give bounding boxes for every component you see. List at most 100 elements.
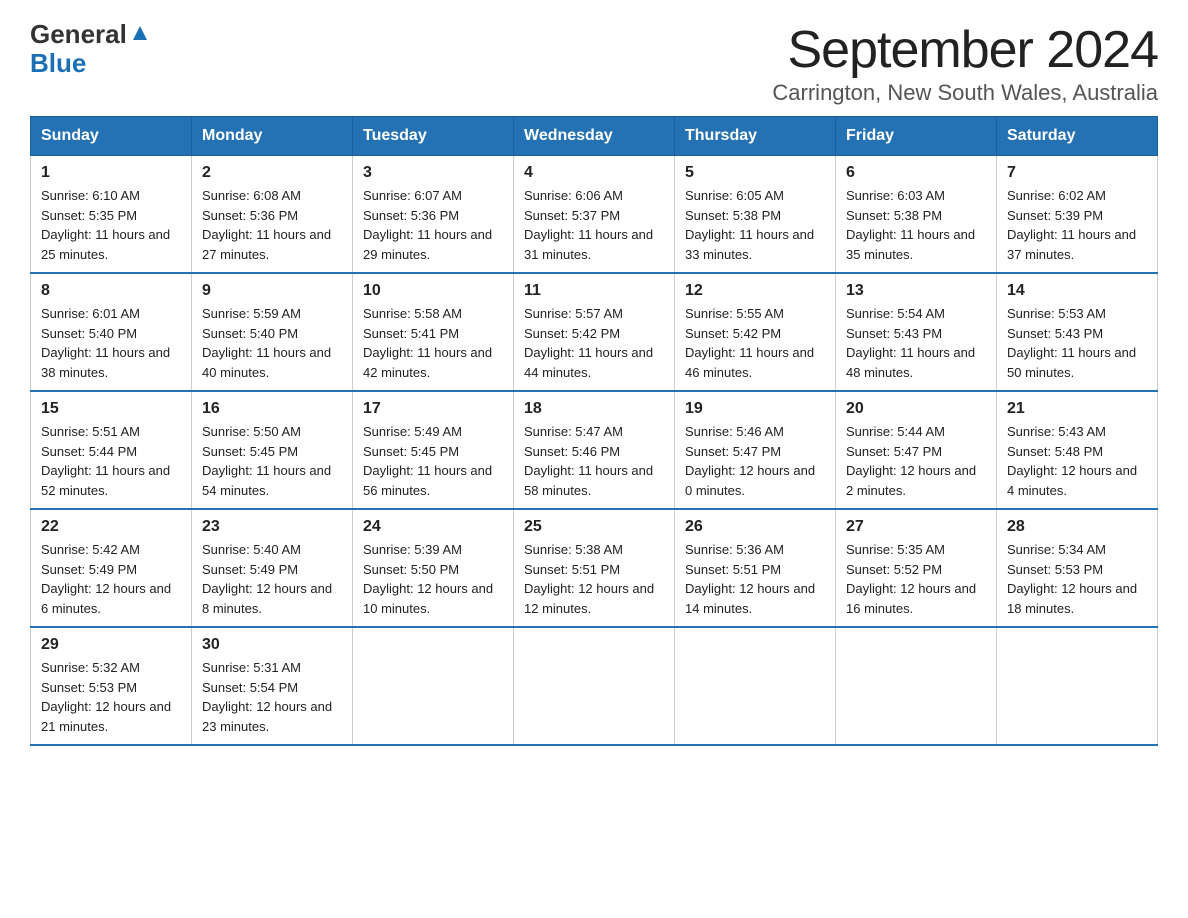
day-number: 5 (685, 164, 825, 182)
day-info: Sunrise: 5:49 AMSunset: 5:45 PMDaylight:… (363, 422, 503, 500)
table-row: 27 Sunrise: 5:35 AMSunset: 5:52 PMDaylig… (836, 509, 997, 627)
day-number: 19 (685, 400, 825, 418)
table-row (836, 627, 997, 745)
logo-triangle-icon (129, 22, 151, 44)
day-info: Sunrise: 5:39 AMSunset: 5:50 PMDaylight:… (363, 540, 503, 618)
day-info: Sunrise: 6:02 AMSunset: 5:39 PMDaylight:… (1007, 186, 1147, 264)
table-row: 8 Sunrise: 6:01 AMSunset: 5:40 PMDayligh… (31, 273, 192, 391)
calendar-week-row: 8 Sunrise: 6:01 AMSunset: 5:40 PMDayligh… (31, 273, 1158, 391)
day-info: Sunrise: 5:43 AMSunset: 5:48 PMDaylight:… (1007, 422, 1147, 500)
col-tuesday: Tuesday (353, 117, 514, 156)
logo-general-text: General (30, 20, 127, 49)
day-number: 10 (363, 282, 503, 300)
table-row: 4 Sunrise: 6:06 AMSunset: 5:37 PMDayligh… (514, 156, 675, 274)
title-block: September 2024 Carrington, New South Wal… (772, 20, 1158, 106)
table-row: 1 Sunrise: 6:10 AMSunset: 5:35 PMDayligh… (31, 156, 192, 274)
day-info: Sunrise: 5:31 AMSunset: 5:54 PMDaylight:… (202, 658, 342, 736)
day-number: 3 (363, 164, 503, 182)
day-number: 1 (41, 164, 181, 182)
day-number: 9 (202, 282, 342, 300)
day-number: 14 (1007, 282, 1147, 300)
day-number: 6 (846, 164, 986, 182)
day-info: Sunrise: 5:59 AMSunset: 5:40 PMDaylight:… (202, 304, 342, 382)
day-info: Sunrise: 5:57 AMSunset: 5:42 PMDaylight:… (524, 304, 664, 382)
calendar-week-row: 1 Sunrise: 6:10 AMSunset: 5:35 PMDayligh… (31, 156, 1158, 274)
table-row: 23 Sunrise: 5:40 AMSunset: 5:49 PMDaylig… (192, 509, 353, 627)
page-header: General Blue September 2024 Carrington, … (30, 20, 1158, 106)
day-info: Sunrise: 6:01 AMSunset: 5:40 PMDaylight:… (41, 304, 181, 382)
table-row: 24 Sunrise: 5:39 AMSunset: 5:50 PMDaylig… (353, 509, 514, 627)
day-number: 13 (846, 282, 986, 300)
table-row: 20 Sunrise: 5:44 AMSunset: 5:47 PMDaylig… (836, 391, 997, 509)
table-row: 19 Sunrise: 5:46 AMSunset: 5:47 PMDaylig… (675, 391, 836, 509)
table-row: 7 Sunrise: 6:02 AMSunset: 5:39 PMDayligh… (997, 156, 1158, 274)
day-number: 11 (524, 282, 664, 300)
calendar-table: Sunday Monday Tuesday Wednesday Thursday… (30, 116, 1158, 746)
day-number: 8 (41, 282, 181, 300)
table-row: 15 Sunrise: 5:51 AMSunset: 5:44 PMDaylig… (31, 391, 192, 509)
day-info: Sunrise: 5:53 AMSunset: 5:43 PMDaylight:… (1007, 304, 1147, 382)
table-row: 12 Sunrise: 5:55 AMSunset: 5:42 PMDaylig… (675, 273, 836, 391)
calendar-header-row: Sunday Monday Tuesday Wednesday Thursday… (31, 117, 1158, 156)
table-row: 10 Sunrise: 5:58 AMSunset: 5:41 PMDaylig… (353, 273, 514, 391)
table-row: 2 Sunrise: 6:08 AMSunset: 5:36 PMDayligh… (192, 156, 353, 274)
col-wednesday: Wednesday (514, 117, 675, 156)
table-row: 16 Sunrise: 5:50 AMSunset: 5:45 PMDaylig… (192, 391, 353, 509)
table-row: 28 Sunrise: 5:34 AMSunset: 5:53 PMDaylig… (997, 509, 1158, 627)
day-number: 18 (524, 400, 664, 418)
logo-blue-text: Blue (30, 49, 86, 78)
day-number: 28 (1007, 518, 1147, 536)
table-row: 26 Sunrise: 5:36 AMSunset: 5:51 PMDaylig… (675, 509, 836, 627)
day-number: 21 (1007, 400, 1147, 418)
calendar-week-row: 22 Sunrise: 5:42 AMSunset: 5:49 PMDaylig… (31, 509, 1158, 627)
day-info: Sunrise: 6:08 AMSunset: 5:36 PMDaylight:… (202, 186, 342, 264)
table-row: 29 Sunrise: 5:32 AMSunset: 5:53 PMDaylig… (31, 627, 192, 745)
day-info: Sunrise: 5:50 AMSunset: 5:45 PMDaylight:… (202, 422, 342, 500)
col-thursday: Thursday (675, 117, 836, 156)
table-row: 11 Sunrise: 5:57 AMSunset: 5:42 PMDaylig… (514, 273, 675, 391)
table-row: 9 Sunrise: 5:59 AMSunset: 5:40 PMDayligh… (192, 273, 353, 391)
table-row: 21 Sunrise: 5:43 AMSunset: 5:48 PMDaylig… (997, 391, 1158, 509)
table-row: 22 Sunrise: 5:42 AMSunset: 5:49 PMDaylig… (31, 509, 192, 627)
col-friday: Friday (836, 117, 997, 156)
table-row (514, 627, 675, 745)
day-info: Sunrise: 6:03 AMSunset: 5:38 PMDaylight:… (846, 186, 986, 264)
day-info: Sunrise: 6:06 AMSunset: 5:37 PMDaylight:… (524, 186, 664, 264)
logo: General Blue (30, 20, 151, 77)
day-info: Sunrise: 5:47 AMSunset: 5:46 PMDaylight:… (524, 422, 664, 500)
day-info: Sunrise: 5:32 AMSunset: 5:53 PMDaylight:… (41, 658, 181, 736)
day-info: Sunrise: 6:10 AMSunset: 5:35 PMDaylight:… (41, 186, 181, 264)
day-number: 4 (524, 164, 664, 182)
table-row: 25 Sunrise: 5:38 AMSunset: 5:51 PMDaylig… (514, 509, 675, 627)
day-number: 30 (202, 636, 342, 654)
calendar-body: 1 Sunrise: 6:10 AMSunset: 5:35 PMDayligh… (31, 156, 1158, 746)
day-number: 23 (202, 518, 342, 536)
day-info: Sunrise: 5:51 AMSunset: 5:44 PMDaylight:… (41, 422, 181, 500)
day-info: Sunrise: 5:54 AMSunset: 5:43 PMDaylight:… (846, 304, 986, 382)
col-saturday: Saturday (997, 117, 1158, 156)
day-info: Sunrise: 5:40 AMSunset: 5:49 PMDaylight:… (202, 540, 342, 618)
table-row: 3 Sunrise: 6:07 AMSunset: 5:36 PMDayligh… (353, 156, 514, 274)
table-row: 5 Sunrise: 6:05 AMSunset: 5:38 PMDayligh… (675, 156, 836, 274)
day-info: Sunrise: 5:36 AMSunset: 5:51 PMDaylight:… (685, 540, 825, 618)
day-number: 29 (41, 636, 181, 654)
day-info: Sunrise: 6:07 AMSunset: 5:36 PMDaylight:… (363, 186, 503, 264)
day-number: 25 (524, 518, 664, 536)
table-row (353, 627, 514, 745)
day-info: Sunrise: 5:46 AMSunset: 5:47 PMDaylight:… (685, 422, 825, 500)
table-row (997, 627, 1158, 745)
table-row (675, 627, 836, 745)
table-row: 17 Sunrise: 5:49 AMSunset: 5:45 PMDaylig… (353, 391, 514, 509)
day-number: 22 (41, 518, 181, 536)
table-row: 14 Sunrise: 5:53 AMSunset: 5:43 PMDaylig… (997, 273, 1158, 391)
calendar-title: September 2024 (772, 20, 1158, 80)
day-number: 12 (685, 282, 825, 300)
day-info: Sunrise: 5:58 AMSunset: 5:41 PMDaylight:… (363, 304, 503, 382)
day-info: Sunrise: 5:42 AMSunset: 5:49 PMDaylight:… (41, 540, 181, 618)
calendar-subtitle: Carrington, New South Wales, Australia (772, 80, 1158, 106)
day-info: Sunrise: 5:55 AMSunset: 5:42 PMDaylight:… (685, 304, 825, 382)
calendar-week-row: 15 Sunrise: 5:51 AMSunset: 5:44 PMDaylig… (31, 391, 1158, 509)
day-number: 2 (202, 164, 342, 182)
day-number: 20 (846, 400, 986, 418)
day-info: Sunrise: 6:05 AMSunset: 5:38 PMDaylight:… (685, 186, 825, 264)
